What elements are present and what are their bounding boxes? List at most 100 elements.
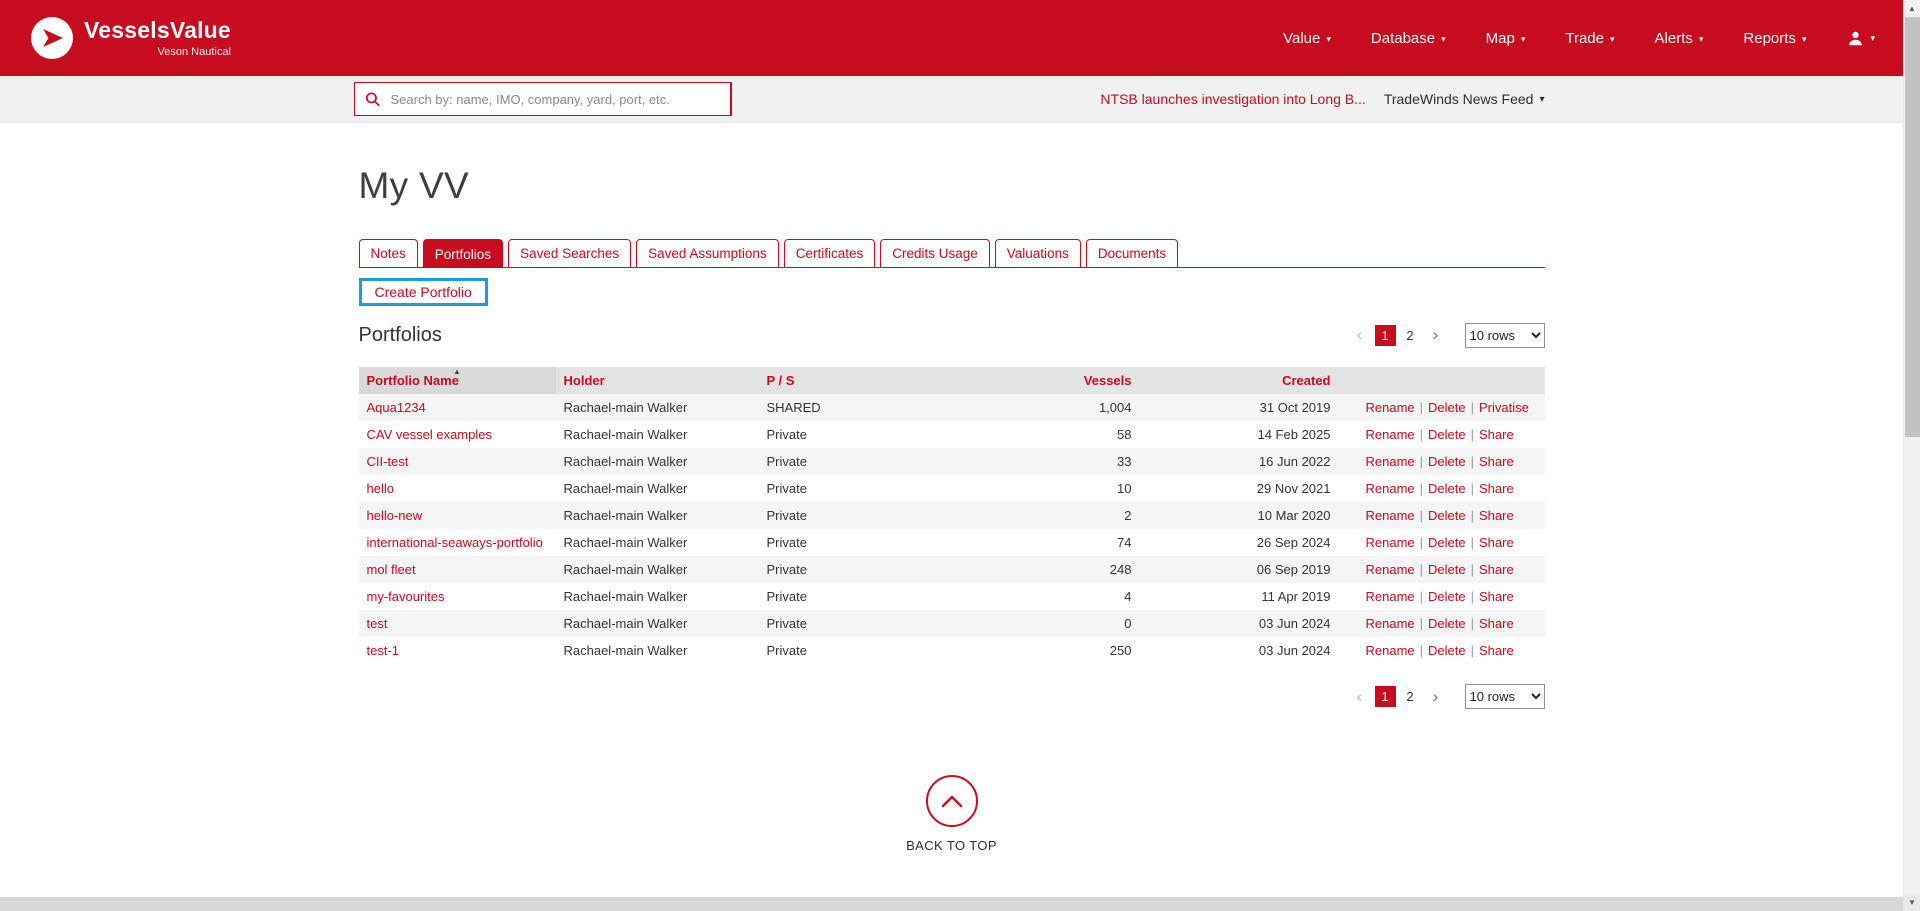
header-holder[interactable]: Holder [556, 367, 759, 394]
page-button-1[interactable]: 1 [1375, 325, 1396, 346]
news-feed-dropdown[interactable]: TradeWinds News Feed ▾ [1384, 91, 1545, 107]
delete-link[interactable]: Delete [1428, 616, 1466, 631]
header-actions [1339, 367, 1545, 394]
rows-per-page-select[interactable]: 10 rows [1465, 323, 1545, 348]
delete-link[interactable]: Delete [1428, 427, 1466, 442]
delete-link[interactable]: Delete [1428, 454, 1466, 469]
search-input[interactable] [354, 82, 732, 116]
page-title: My VV [359, 165, 1545, 207]
delete-link[interactable]: Delete [1428, 562, 1466, 577]
delete-link[interactable]: Delete [1428, 400, 1466, 415]
action-separator: | [1471, 508, 1474, 523]
rename-link[interactable]: Rename [1366, 535, 1415, 550]
share-link[interactable]: Share [1479, 562, 1514, 577]
action-separator: | [1471, 589, 1474, 604]
create-portfolio-button[interactable]: Create Portfolio [362, 281, 485, 303]
privatise-link[interactable]: Privatise [1479, 400, 1529, 415]
portfolio-name-link[interactable]: test [367, 616, 388, 631]
delete-link[interactable]: Delete [1428, 481, 1466, 496]
page-button-2[interactable]: 2 [1400, 686, 1421, 707]
portfolio-name-link[interactable]: CAV vessel examples [367, 427, 492, 442]
rename-link[interactable]: Rename [1366, 400, 1415, 415]
header-vessels[interactable]: Vessels [944, 367, 1140, 394]
nav-item-database[interactable]: Database▾ [1371, 30, 1446, 47]
tab-portfolios[interactable]: Portfolios [423, 239, 503, 268]
delete-link[interactable]: Delete [1428, 589, 1466, 604]
nav-item-value[interactable]: Value▾ [1283, 30, 1331, 47]
nav-item-trade[interactable]: Trade▾ [1565, 30, 1614, 47]
action-separator: | [1420, 454, 1423, 469]
portfolio-name-link[interactable]: international-seaways-portfolio [367, 535, 543, 550]
portfolio-name-link[interactable]: mol fleet [367, 562, 416, 577]
created-cell: 14 Feb 2025 [1140, 421, 1339, 448]
rename-link[interactable]: Rename [1366, 616, 1415, 631]
tab-credits-usage[interactable]: Credits Usage [880, 239, 990, 268]
delete-link[interactable]: Delete [1428, 508, 1466, 523]
rename-link[interactable]: Rename [1366, 481, 1415, 496]
holder-cell: Rachael-main Walker [556, 448, 759, 475]
delete-link[interactable]: Delete [1428, 535, 1466, 550]
share-link[interactable]: Share [1479, 454, 1514, 469]
back-to-top-button[interactable]: BACK TO TOP [359, 775, 1545, 853]
nav-item-map[interactable]: Map▾ [1486, 30, 1526, 47]
page-button-2[interactable]: 2 [1400, 325, 1421, 346]
delete-link[interactable]: Delete [1428, 643, 1466, 658]
tab-saved-assumptions[interactable]: Saved Assumptions [636, 239, 779, 268]
portfolio-name-link[interactable]: test-1 [367, 643, 400, 658]
nav-item-reports[interactable]: Reports▾ [1743, 30, 1806, 47]
holder-cell: Rachael-main Walker [556, 421, 759, 448]
prev-page-button[interactable]: ‹ [1349, 686, 1371, 708]
brand-tagline: Veson Nautical [158, 46, 231, 58]
prev-page-button[interactable]: ‹ [1349, 324, 1371, 346]
scrollbar-thumb[interactable] [1905, 17, 1920, 437]
vesselsvalue-logo[interactable]: VesselsValue Veson Nautical [30, 16, 231, 60]
action-separator: | [1420, 400, 1423, 415]
rename-link[interactable]: Rename [1366, 508, 1415, 523]
header-portfolio-name[interactable]: ▲ Portfolio Name [359, 367, 556, 394]
portfolio-name-link[interactable]: CII-test [367, 454, 409, 469]
rename-link[interactable]: Rename [1366, 562, 1415, 577]
nav-item-alerts[interactable]: Alerts▾ [1655, 30, 1704, 47]
news-headline-link[interactable]: NTSB launches investigation into Long B.… [1100, 91, 1365, 107]
tab-valuations[interactable]: Valuations [995, 239, 1081, 268]
portfolio-name-link[interactable]: my-favourites [367, 589, 445, 604]
portfolio-name-link[interactable]: hello [367, 481, 394, 496]
ps-cell: SHARED [759, 394, 944, 421]
create-portfolio-highlight: Create Portfolio [359, 278, 488, 306]
share-link[interactable]: Share [1479, 535, 1514, 550]
rows-per-page-select[interactable]: 10 rows [1465, 684, 1545, 709]
tab-saved-searches[interactable]: Saved Searches [508, 239, 631, 268]
tab-documents[interactable]: Documents [1086, 239, 1178, 268]
user-menu[interactable]: ▾ [1846, 29, 1875, 48]
back-to-top-circle[interactable] [926, 775, 978, 827]
ps-cell: Private [759, 583, 944, 610]
next-page-button[interactable]: › [1425, 324, 1447, 346]
page-button-1[interactable]: 1 [1375, 686, 1396, 707]
share-link[interactable]: Share [1479, 481, 1514, 496]
search-box [354, 82, 732, 116]
rename-link[interactable]: Rename [1366, 427, 1415, 442]
share-link[interactable]: Share [1479, 643, 1514, 658]
share-link[interactable]: Share [1479, 508, 1514, 523]
share-link[interactable]: Share [1479, 616, 1514, 631]
action-separator: | [1420, 427, 1423, 442]
header-ps[interactable]: P / S [759, 367, 944, 394]
share-link[interactable]: Share [1479, 589, 1514, 604]
action-separator: | [1471, 454, 1474, 469]
rename-link[interactable]: Rename [1366, 454, 1415, 469]
portfolio-name-link[interactable]: Aqua1234 [367, 400, 426, 415]
scroll-down-button[interactable]: ▼ [1904, 894, 1920, 911]
vertical-scrollbar[interactable]: ▲ ▼ [1903, 0, 1920, 911]
portfolio-name-link[interactable]: hello-new [367, 508, 423, 523]
header-created[interactable]: Created [1140, 367, 1339, 394]
vesselsvalue-logo-icon [30, 16, 74, 60]
scroll-up-button[interactable]: ▲ [1904, 0, 1920, 17]
pagination-bottom-row: ‹ 1 2 › 10 rows [359, 684, 1545, 709]
tab-notes[interactable]: Notes [359, 239, 418, 268]
next-page-button[interactable]: › [1425, 686, 1447, 708]
ps-cell: Private [759, 637, 944, 664]
rename-link[interactable]: Rename [1366, 589, 1415, 604]
tab-certificates[interactable]: Certificates [784, 239, 876, 268]
rename-link[interactable]: Rename [1366, 643, 1415, 658]
share-link[interactable]: Share [1479, 427, 1514, 442]
